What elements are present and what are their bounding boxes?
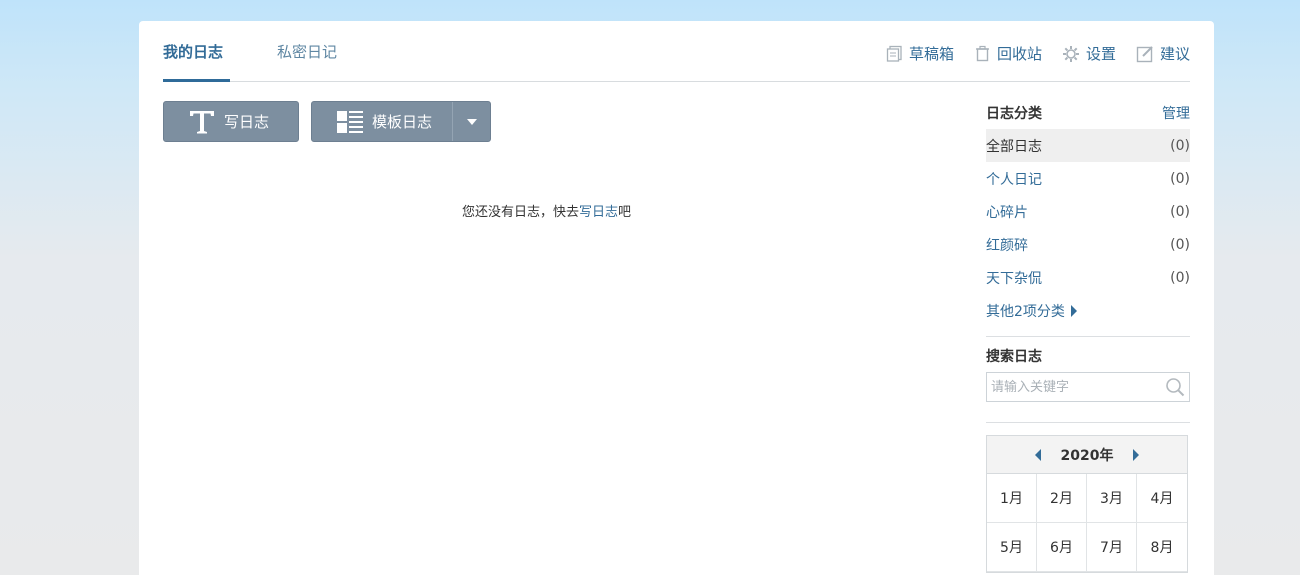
month-cell[interactable]: 1月 <box>987 474 1037 523</box>
settings-label: 设置 <box>1085 45 1116 63</box>
month-grid: 1月 2月 3月 4月 5月 6月 7月 8月 <box>987 474 1187 572</box>
sidebar-divider <box>986 336 1190 337</box>
tab-private-diary[interactable]: 私密日记 <box>277 41 337 62</box>
category-count: (0) <box>1170 236 1190 253</box>
search-icon[interactable] <box>1165 377 1185 397</box>
month-cell[interactable]: 5月 <box>987 523 1037 572</box>
write-diary-link[interactable]: 写日志 <box>579 205 618 220</box>
list-icon <box>337 110 363 133</box>
empty-message: 您还没有日志，快去写日志吧 <box>462 201 631 220</box>
feedback-label: 建议 <box>1159 45 1190 63</box>
trash-icon <box>975 45 989 62</box>
empty-text-end: 吧 <box>618 205 632 220</box>
template-dropdown-button[interactable] <box>453 102 490 141</box>
category-count: (0) <box>1170 137 1190 154</box>
template-diary-label: 模板日志 <box>372 113 433 131</box>
category-title: 日志分类 <box>986 106 1042 122</box>
category-count: (0) <box>1170 203 1190 220</box>
settings-link[interactable]: 设置 <box>1062 43 1116 64</box>
text-icon <box>190 110 214 133</box>
search-box <box>986 372 1190 402</box>
trash-link[interactable]: 回收站 <box>974 43 1042 64</box>
sidebar-divider <box>986 422 1190 423</box>
write-diary-label: 写日志 <box>224 113 270 131</box>
month-cell[interactable]: 3月 <box>1087 474 1137 523</box>
manage-link[interactable]: 管理 <box>1162 103 1190 123</box>
trash-label: 回收站 <box>996 45 1042 63</box>
caret-down-icon <box>466 118 477 125</box>
more-categories-link[interactable]: 其他2项分类 <box>986 294 1190 327</box>
template-diary-main[interactable]: 模板日志 <box>312 102 452 141</box>
month-cell[interactable]: 6月 <box>1037 523 1087 572</box>
category-item-heart-fragments[interactable]: 心碎片 (0) <box>986 195 1190 228</box>
drafts-icon <box>886 45 902 62</box>
edit-icon <box>1136 45 1153 62</box>
caret-right-icon <box>1070 304 1077 317</box>
drafts-label: 草稿箱 <box>908 45 954 63</box>
category-item-all[interactable]: 全部日志 (0) <box>986 129 1190 162</box>
drafts-link[interactable]: 草稿箱 <box>886 43 954 64</box>
month-cell[interactable]: 2月 <box>1037 474 1087 523</box>
category-name: 红颜碎 <box>986 237 1028 254</box>
top-links: 草稿箱 回收站 设置 建议 <box>886 43 1190 64</box>
sidebar: 日志分类 管理 全部日志 (0) 个人日记 (0) 心碎片 (0) 红颜碎 (0… <box>986 101 1190 573</box>
month-cell[interactable]: 8月 <box>1137 523 1187 572</box>
category-header: 日志分类 管理 <box>986 101 1190 125</box>
prev-year-icon[interactable] <box>1034 448 1041 461</box>
empty-text: 您还没有日志，快去 <box>462 205 580 220</box>
next-year-icon[interactable] <box>1133 448 1140 461</box>
category-item-hongyan[interactable]: 红颜碎 (0) <box>986 228 1190 261</box>
category-name: 天下杂侃 <box>986 270 1042 287</box>
gear-icon <box>1062 45 1079 62</box>
search-input[interactable] <box>987 373 1157 401</box>
calendar: 2020年 1月 2月 3月 4月 5月 6月 7月 8月 <box>986 435 1188 573</box>
feedback-link[interactable]: 建议 <box>1136 43 1190 64</box>
category-count: (0) <box>1170 269 1190 286</box>
active-tab-indicator <box>163 79 230 82</box>
header-divider <box>163 81 1190 82</box>
write-diary-button[interactable]: 写日志 <box>163 101 299 142</box>
calendar-header: 2020年 <box>987 436 1187 474</box>
more-categories-label: 其他2项分类 <box>986 303 1065 320</box>
month-cell[interactable]: 7月 <box>1087 523 1137 572</box>
category-item-personal[interactable]: 个人日记 (0) <box>986 162 1190 195</box>
category-name: 心碎片 <box>986 204 1028 221</box>
diary-panel: 我的日志 私密日记 草稿箱 回收站 设置 建议 写日志 模板日志 您还没有日志，… <box>139 21 1214 575</box>
month-cell[interactable]: 4月 <box>1137 474 1187 523</box>
template-diary-button: 模板日志 <box>311 101 491 142</box>
category-name: 个人日记 <box>986 171 1042 188</box>
category-item-misc[interactable]: 天下杂侃 (0) <box>986 261 1190 294</box>
calendar-year: 2020年 <box>1060 447 1114 464</box>
category-count: (0) <box>1170 170 1190 187</box>
tab-my-diary[interactable]: 我的日志 <box>163 41 223 62</box>
search-title: 搜索日志 <box>986 349 1042 365</box>
category-name: 全部日志 <box>986 138 1042 155</box>
